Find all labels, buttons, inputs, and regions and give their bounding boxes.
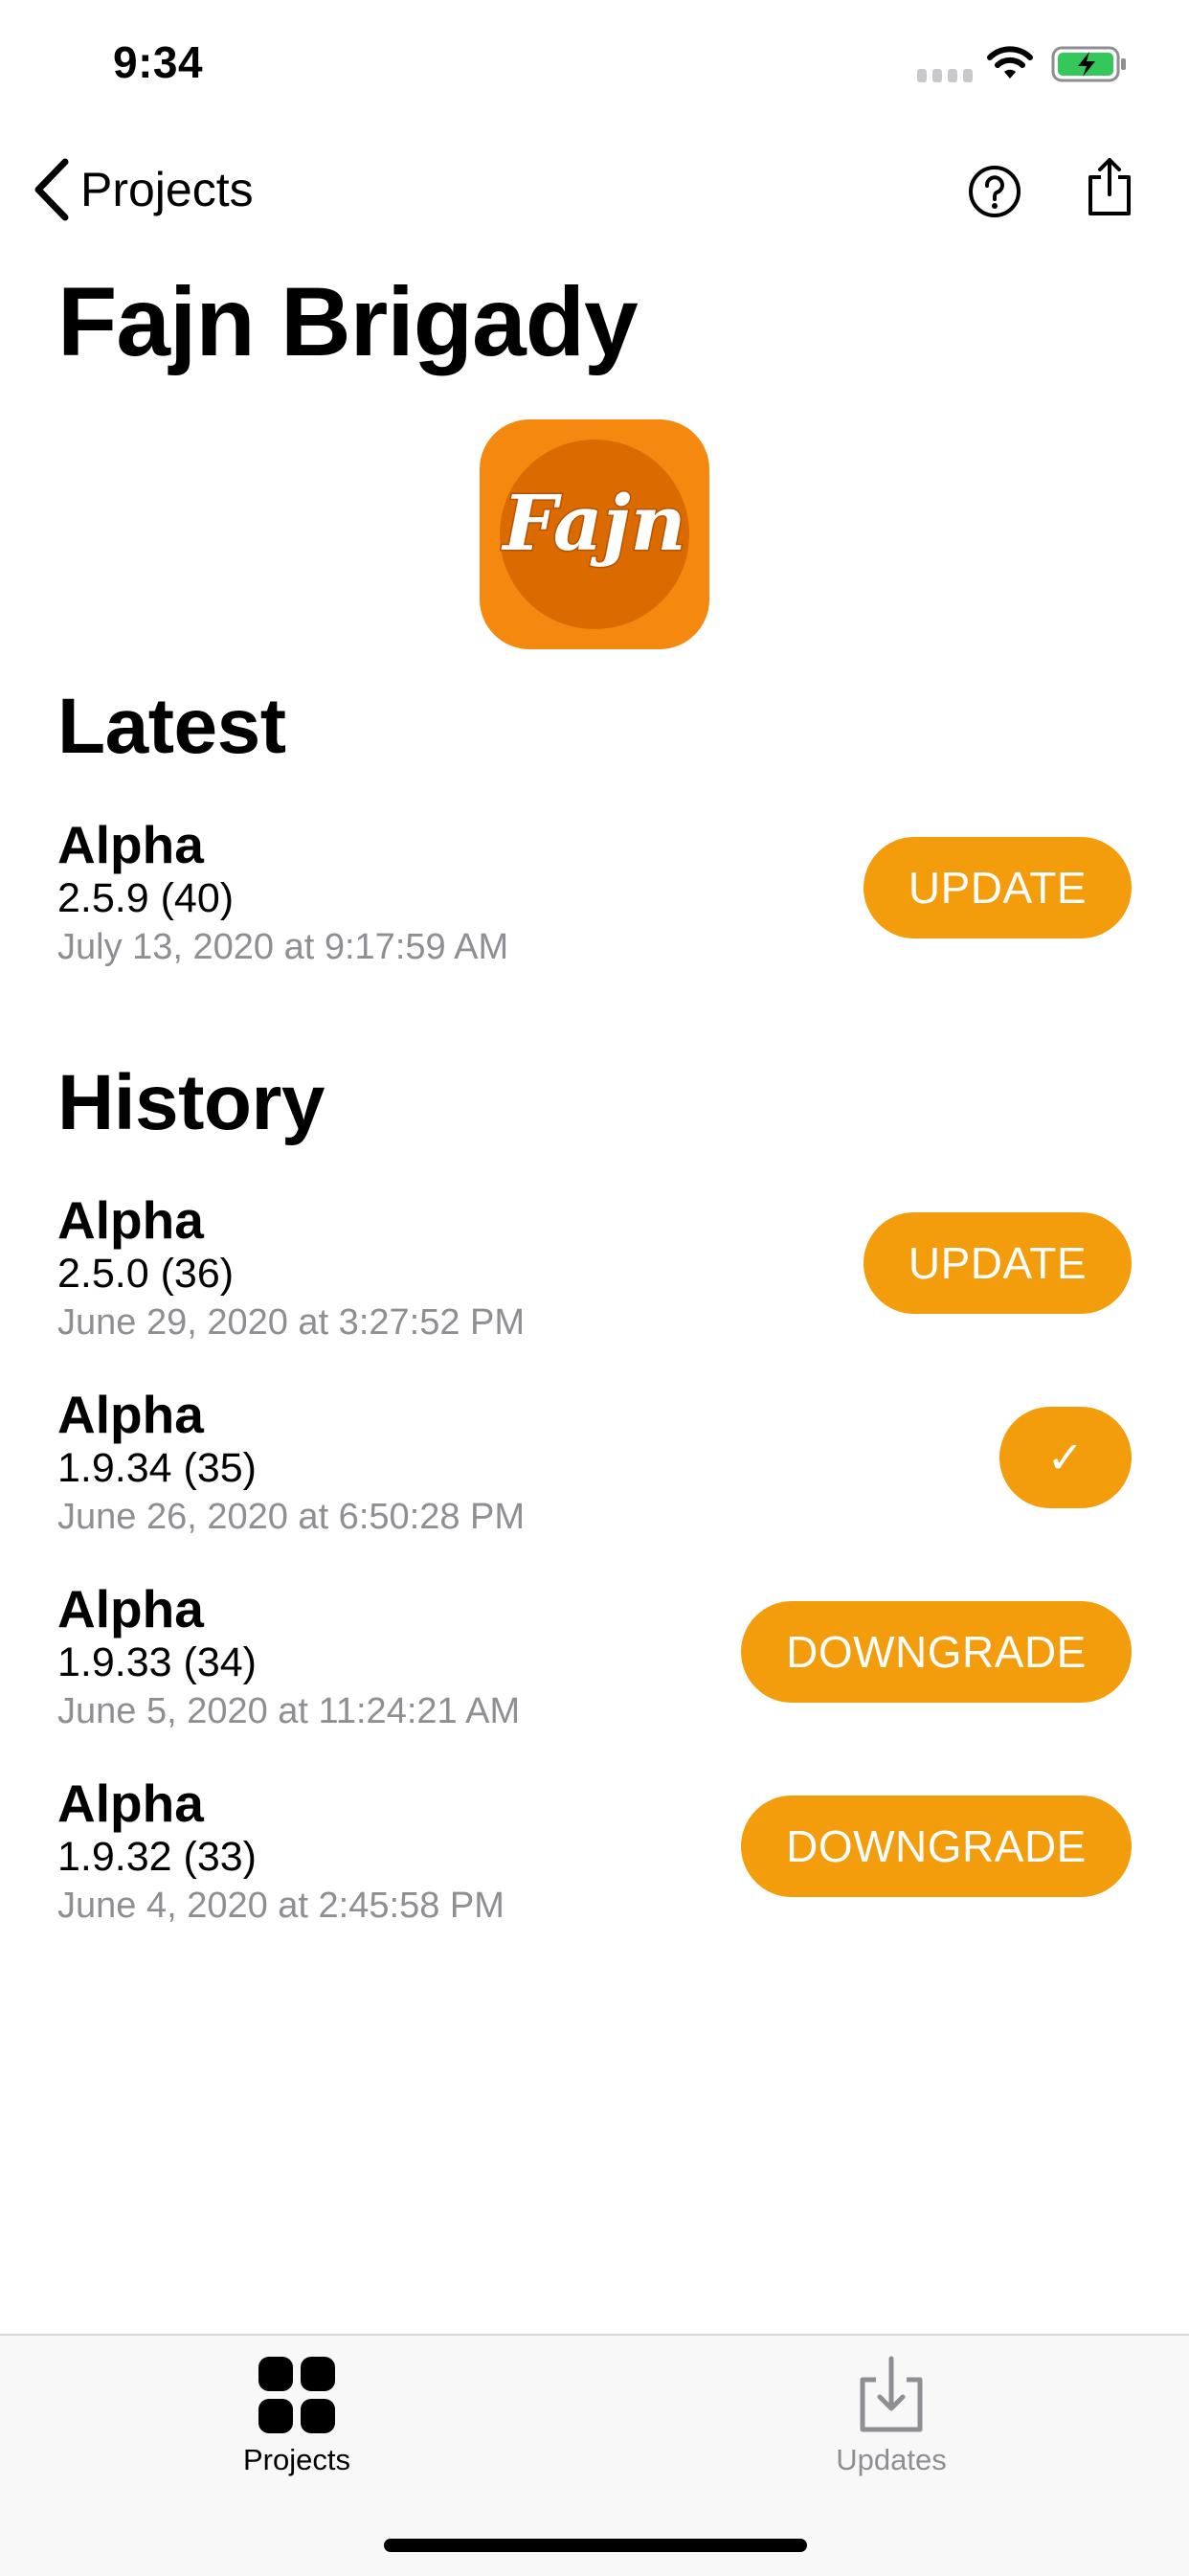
question-mark-icon	[969, 166, 1021, 217]
build-name: Alpha	[57, 1774, 204, 1833]
latest-build-row: Alpha 2.5.9 (40) July 13, 2020 at 9:17:5…	[57, 814, 1132, 977]
build-version: 2.5.9 (40)	[57, 875, 235, 921]
tab-updates[interactable]: Updates	[767, 2355, 1016, 2477]
build-version: 1.9.32 (33)	[57, 1834, 257, 1880]
tab-updates-label: Updates	[836, 2443, 947, 2476]
build-date: June 29, 2020 at 3:27:52 PM	[57, 1302, 526, 1343]
build-version: 1.9.34 (35)	[57, 1445, 257, 1491]
chevron-left-icon	[34, 158, 69, 221]
build-date: June 4, 2020 at 2:45:58 PM	[57, 1886, 505, 1926]
build-version: 2.5.0 (36)	[57, 1251, 235, 1297]
build-version: 1.9.33 (34)	[57, 1639, 257, 1685]
svg-text:Fajn: Fajn	[501, 478, 685, 568]
page-title: Fajn Brigady	[57, 267, 639, 376]
battery-charging-icon	[1051, 46, 1126, 82]
status-time: 9:34	[113, 37, 204, 87]
build-name: Alpha	[57, 815, 204, 874]
back-button-label: Projects	[80, 163, 254, 216]
build-date: June 5, 2020 at 11:24:21 AM	[57, 1691, 521, 1731]
build-name: Alpha	[57, 1579, 204, 1638]
downgrade-button[interactable]: DOWNGRADE	[741, 1601, 1132, 1703]
build-date: June 26, 2020 at 6:50:28 PM	[57, 1497, 526, 1537]
cellular-signal-icon	[917, 69, 973, 82]
tab-projects-label: Projects	[243, 2443, 350, 2476]
app-logo-text: Fajn	[500, 477, 687, 570]
help-button[interactable]	[961, 158, 1028, 225]
downgrade-button[interactable]: DOWNGRADE	[741, 1796, 1132, 1897]
build-name: Alpha	[57, 1385, 204, 1444]
update-button[interactable]: UPDATE	[864, 837, 1132, 938]
installed-checkmark-button[interactable]: ✓	[999, 1407, 1132, 1508]
grid-icon	[258, 2357, 335, 2433]
download-tray-icon	[860, 2356, 923, 2432]
app-icon: Fajn	[480, 419, 709, 649]
home-indicator	[384, 2539, 807, 2552]
latest-section-title: Latest	[57, 683, 286, 770]
history-section-title: History	[57, 1059, 325, 1146]
history-build-row: Alpha 1.9.34 (35) June 26, 2020 at 6:50:…	[57, 1384, 1132, 1547]
share-button[interactable]	[1076, 153, 1143, 220]
tab-projects[interactable]: Projects	[172, 2355, 421, 2477]
build-name: Alpha	[57, 1190, 204, 1250]
history-build-row: Alpha 1.9.32 (33) June 4, 2020 at 2:45:5…	[57, 1773, 1132, 1935]
history-build-row: Alpha 1.9.33 (34) June 5, 2020 at 11:24:…	[57, 1578, 1132, 1741]
history-build-row: Alpha 2.5.0 (36) June 29, 2020 at 3:27:5…	[57, 1189, 1132, 1352]
back-button[interactable]: Projects	[33, 158, 254, 221]
share-icon	[1088, 158, 1131, 215]
update-button[interactable]: UPDATE	[864, 1212, 1132, 1314]
wifi-icon	[987, 46, 1033, 79]
build-date: July 13, 2020 at 9:17:59 AM	[57, 927, 509, 967]
